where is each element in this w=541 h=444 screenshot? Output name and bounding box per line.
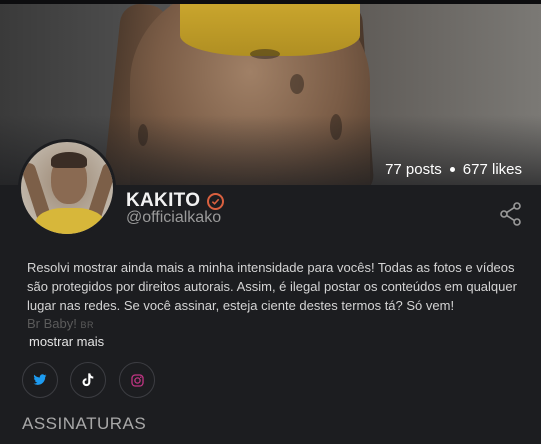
profile-handle: @officialkako [126,209,222,226]
avatar[interactable] [18,139,116,237]
tiktok-icon [82,373,94,387]
flag-label: BR [80,320,94,330]
twitter-button[interactable] [22,362,58,398]
separator-dot [449,167,455,172]
tiktok-button[interactable] [70,362,106,398]
profile-bio-tail: Br Baby! BR [27,316,94,331]
share-icon[interactable] [498,201,524,227]
show-more-link[interactable]: mostrar mais [29,334,104,349]
twitter-icon [33,374,47,385]
instagram-button[interactable] [119,362,155,398]
profile-bio: Resolvi mostrar ainda mais a minha inten… [27,260,517,313]
likes-count: 677 likes [462,161,522,178]
verified-icon [207,192,225,210]
profile-stats: 77 posts 677 likes [385,161,522,178]
instagram-icon [130,373,144,387]
posts-count: 77 posts [385,161,442,178]
subscriptions-heading: ASSINATURAS [22,414,147,433]
